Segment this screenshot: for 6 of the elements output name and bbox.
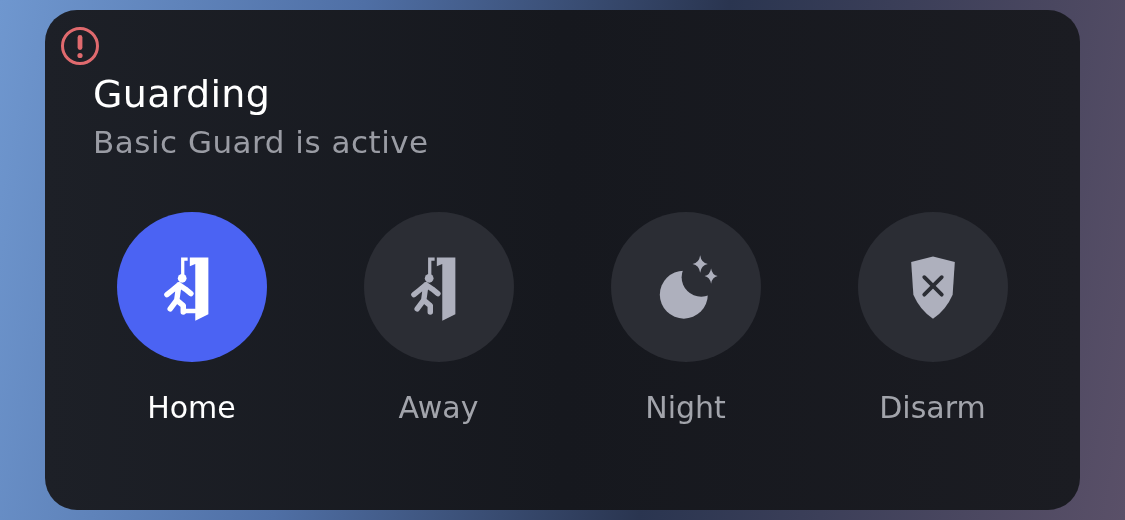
widget-title: Guarding xyxy=(93,72,272,118)
mode-label: Disarm xyxy=(879,389,986,426)
mode-label: Night xyxy=(645,389,726,426)
mode-label: Away xyxy=(398,389,479,426)
status-text: Basic Guard is active xyxy=(93,122,430,162)
mode-label: Home xyxy=(147,389,236,426)
